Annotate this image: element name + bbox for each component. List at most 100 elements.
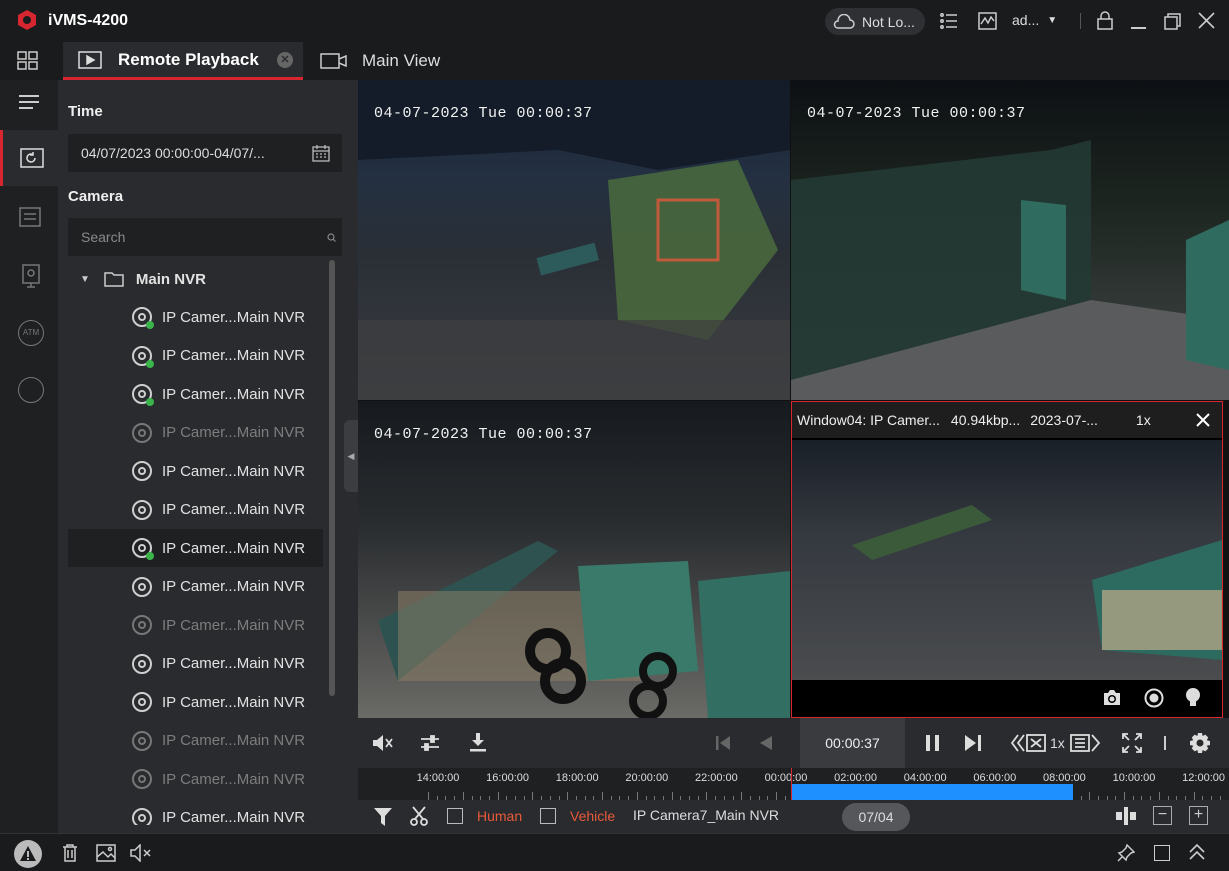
camera-tree-item[interactable]: IP Camer...Main NVR	[68, 491, 323, 529]
timeline-tick	[567, 792, 569, 800]
cloud-status-label: Not Lo...	[862, 13, 915, 30]
zoom-in-button[interactable]: +	[1189, 806, 1208, 825]
timeline-scale-icon[interactable]	[1116, 807, 1136, 825]
frame-forward-icon[interactable]	[965, 735, 981, 751]
date-badge-label: 07/04	[858, 809, 894, 825]
app-title: iVMS-4200	[48, 12, 129, 29]
camera-label: IP Camer...Main NVR	[162, 655, 306, 672]
record-icon[interactable]	[1144, 688, 1164, 708]
nav-device-icon[interactable]	[22, 264, 40, 291]
camera-tree-item[interactable]: IP Camer...Main NVR	[68, 760, 323, 798]
tab-remote-playback[interactable]: Remote Playback ✕	[63, 42, 303, 80]
timeline-label: 20:00:00	[625, 772, 669, 784]
speed-value: 1x	[1050, 735, 1065, 751]
task-list-icon[interactable]	[940, 12, 958, 33]
camera-tree-item[interactable]: IP Camer...Main NVR	[68, 568, 323, 606]
settings-gear-icon[interactable]	[1190, 733, 1210, 753]
fullscreen-icon[interactable]	[1122, 733, 1142, 753]
playback-controls: 00:00:37 1x	[358, 718, 1229, 768]
camera-tree-item[interactable]: IP Camer...Main NVR	[68, 683, 323, 721]
current-time-display: 00:00:37	[800, 718, 905, 768]
module-grid-icon[interactable]	[17, 51, 39, 74]
camera-tree-item[interactable]: IP Camer...Main NVR	[68, 529, 323, 567]
user-menu[interactable]: ad... ▼	[1012, 12, 1057, 28]
nav-playback[interactable]	[0, 130, 58, 186]
minimize-button[interactable]	[1131, 27, 1146, 29]
volume-icon[interactable]	[372, 734, 394, 752]
tree-scrollbar[interactable]	[329, 260, 335, 696]
camera-tree-item[interactable]: IP Camer...Main NVR	[68, 606, 323, 644]
zoom-out-button[interactable]: −	[1153, 806, 1172, 825]
snapshot-icon[interactable]	[1102, 689, 1122, 706]
camera-tree-item[interactable]: IP Camer...Main NVR	[68, 375, 323, 413]
nav-atm-icon[interactable]: ATM	[18, 320, 44, 346]
video-window-3[interactable]: 04-07-2023 Tue 00:00:37	[358, 401, 790, 718]
speed-control[interactable]: 1x	[1010, 732, 1102, 754]
close-icon[interactable]	[1196, 413, 1210, 427]
camera-label: IP Camer...Main NVR	[162, 539, 306, 557]
menu-icon[interactable]	[19, 94, 39, 113]
video-frame-3	[378, 541, 790, 718]
adjust-icon[interactable]	[420, 735, 440, 751]
window4-titlebar: Window04: IP Camer... 40.94kbp... 2023-0…	[792, 402, 1222, 438]
camera-tree-item[interactable]: IP Camer...Main NVR	[68, 298, 323, 336]
search-placeholder: Search	[81, 229, 126, 245]
image-icon[interactable]	[96, 844, 116, 862]
camera-tree-item[interactable]: IP Camer...Main NVR	[68, 414, 323, 452]
main-view-tab-icon	[320, 53, 347, 69]
human-checkbox[interactable]	[447, 808, 463, 824]
frame-back-icon[interactable]	[760, 736, 772, 750]
chevron-up-icon[interactable]	[1189, 843, 1205, 861]
video-frame-4	[792, 440, 1222, 680]
monitor-icon[interactable]	[978, 12, 997, 33]
timeline-tick	[706, 792, 708, 800]
camera-tree-item[interactable]: IP Camer...Main NVR	[68, 337, 323, 375]
nav-sync-icon[interactable]	[18, 377, 44, 403]
tab-close-icon[interactable]: ✕	[277, 52, 293, 68]
vehicle-checkbox[interactable]	[540, 808, 556, 824]
camera-icon	[132, 538, 154, 560]
tab-main-view[interactable]: Main View	[320, 42, 470, 80]
folder-icon	[104, 272, 124, 287]
camera-label: IP Camer...Main NVR	[162, 347, 306, 364]
video-window-4[interactable]: Window04: IP Camer... 40.94kbp... 2023-0…	[791, 401, 1223, 718]
camera-tree-item[interactable]: IP Camer...Main NVR	[68, 722, 323, 760]
clip-scissors-icon[interactable]	[409, 806, 429, 826]
calendar-icon[interactable]	[312, 144, 330, 162]
trash-icon[interactable]	[62, 844, 78, 862]
window-mode-icon[interactable]	[1154, 845, 1170, 861]
camera-icon	[132, 422, 152, 443]
cloud-login-button[interactable]: Not Lo...	[825, 8, 925, 35]
camera-tree-item[interactable]: IP Camer...Main NVR	[68, 645, 323, 683]
speed-up-icon[interactable]	[1069, 732, 1102, 754]
download-icon[interactable]	[469, 732, 487, 752]
camera-tree-item[interactable]: IP Camer...Main NVR	[68, 452, 323, 490]
timeline-label: 00:00:00	[764, 772, 808, 784]
light-bulb-icon[interactable]	[1185, 687, 1201, 709]
expand-arrow-icon[interactable]: ▼	[80, 274, 90, 285]
camera-icon	[132, 730, 152, 751]
timeline-label: 16:00:00	[486, 772, 530, 784]
date-badge[interactable]: 07/04	[842, 803, 910, 831]
restore-button[interactable]	[1164, 13, 1181, 33]
mute-icon[interactable]	[130, 844, 152, 862]
search-input[interactable]: Search	[68, 218, 342, 256]
close-window-button[interactable]	[1198, 12, 1215, 32]
panel-collapse-handle[interactable]: ◀	[344, 420, 358, 492]
camera-tree-item[interactable]: IP Camer...Main NVR	[68, 799, 323, 825]
playhead[interactable]	[791, 768, 792, 800]
camera-name-label: IP Camera7_Main NVR	[633, 807, 780, 823]
time-range-field[interactable]: 04/07/2023 00:00:00-04/07/...	[68, 134, 342, 172]
tree-root-main-nvr[interactable]: ▼ Main NVR	[68, 260, 323, 298]
nav-event-icon[interactable]	[19, 207, 41, 230]
video-window-1[interactable]: 04-07-2023 Tue 00:00:37	[358, 80, 790, 400]
pause-button[interactable]	[926, 735, 939, 751]
video-window-2[interactable]: 04-07-2023 Tue 00:00:37	[791, 80, 1229, 400]
alarm-warning-icon[interactable]	[14, 840, 42, 868]
pin-icon[interactable]	[1117, 844, 1135, 862]
filter-icon[interactable]	[374, 808, 392, 826]
timeline[interactable]: 14:00:00 16:00:00 18:00:00 20:00:00 22:00:00…	[358, 768, 1229, 800]
slow-down-icon[interactable]	[1010, 732, 1048, 754]
lock-icon[interactable]	[1096, 11, 1114, 33]
prev-segment-icon[interactable]	[716, 736, 730, 750]
